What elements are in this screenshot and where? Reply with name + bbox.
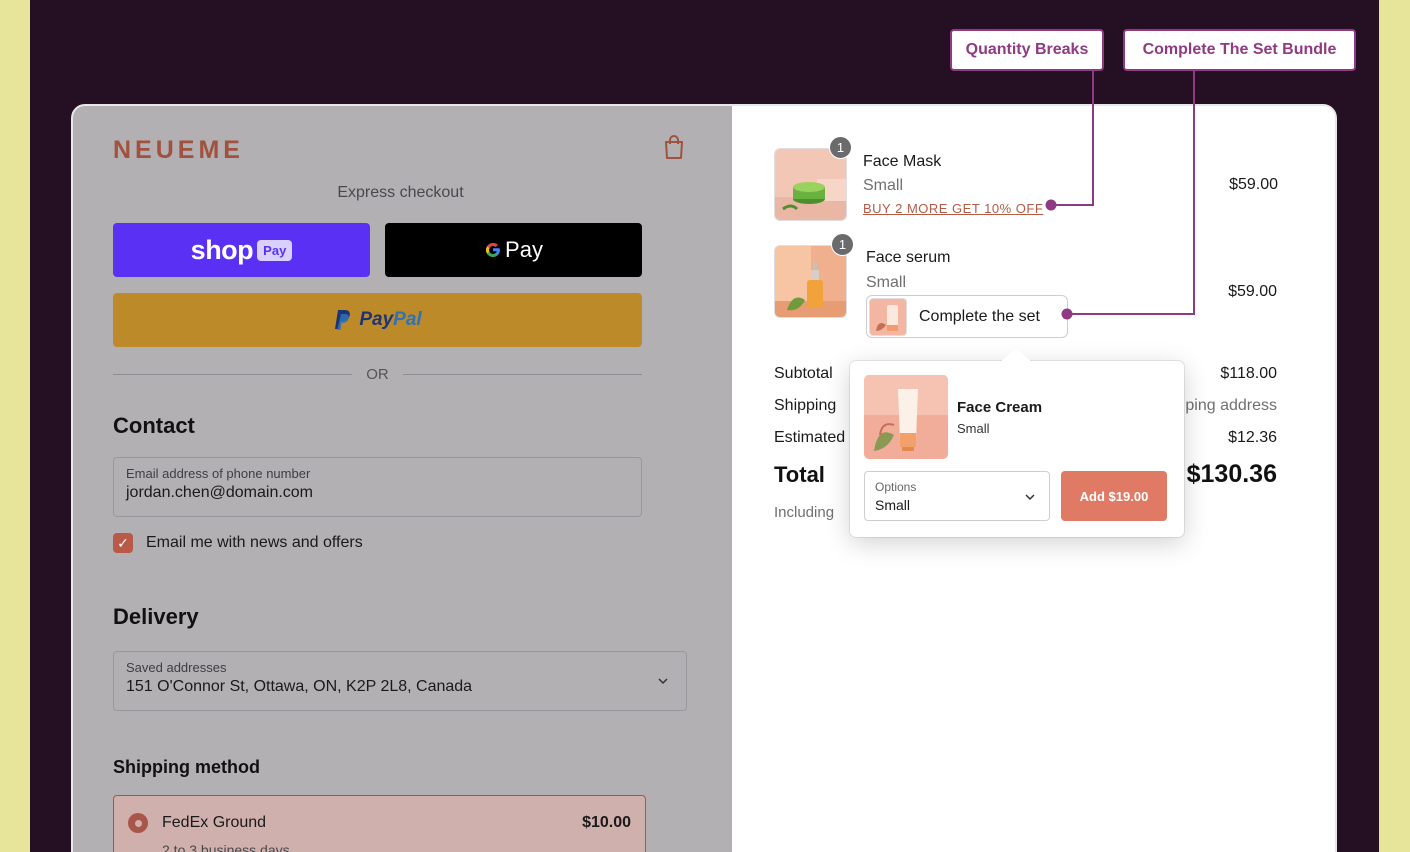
shipping-method-title: Shipping method	[113, 757, 260, 777]
quantity-break-promo-link[interactable]: BUY 2 MORE GET 10% OFF	[863, 201, 1043, 216]
options-value: Small	[875, 497, 911, 513]
email-field[interactable]: Email address of phone number jordan.che…	[113, 457, 642, 517]
shipping-radio[interactable]	[128, 813, 148, 833]
popover-product-variant: Small	[957, 421, 990, 436]
paypal-button[interactable]: PayPal	[113, 293, 642, 347]
subtotal-value: $118.00	[1220, 365, 1277, 382]
total-value: $130.36	[1186, 460, 1277, 488]
checkout-form-panel: NEUEME Express checkout shop Pay Pay Pay…	[73, 106, 732, 852]
item-name: Face serum	[866, 249, 951, 266]
shipping-option-price: $10.00	[582, 814, 631, 831]
email-value[interactable]: jordan.chen@domain.com	[126, 484, 629, 502]
options-select[interactable]: Options Small	[864, 471, 1050, 521]
shop-pay-pill: Pay	[257, 239, 293, 261]
chevron-down-icon	[1025, 494, 1035, 501]
face-mask-thumbnail	[774, 148, 847, 221]
item-name: Face Mask	[863, 153, 942, 170]
email-label: Email address of phone number	[126, 466, 311, 481]
complete-the-set-popover: Face Cream Small Options Small Add $19.0…	[850, 349, 1184, 537]
item-variant: Small	[866, 274, 907, 291]
shipping-option-sub: 2 to 3 business days	[162, 842, 290, 852]
popover-product-name: Face Cream	[957, 399, 1043, 416]
newsletter-label: Email me with news and offers	[146, 534, 363, 551]
shipping-option-fedex[interactable]: FedEx Ground $10.00 2 to 3 business days	[113, 795, 646, 852]
item-price: $59.00	[1229, 176, 1278, 193]
callout-quantity-breaks: Quantity Breaks	[950, 29, 1104, 71]
item-price: $59.00	[1228, 283, 1277, 300]
or-text: OR	[366, 366, 389, 383]
popover-arrow	[1000, 349, 1032, 362]
google-g-icon	[486, 242, 501, 257]
google-pay-button[interactable]: Pay	[385, 223, 642, 277]
google-pay-text: Pay	[505, 237, 543, 262]
total-label: Total	[774, 462, 825, 487]
stage: Quantity Breaks Complete The Set Bundle …	[30, 0, 1379, 852]
options-label: Options	[875, 480, 917, 494]
paypal-pal: Pal	[393, 309, 422, 330]
complete-the-set-label: Complete the set	[919, 307, 1040, 325]
bundle-thumbnail	[869, 297, 907, 336]
paypal-pay: Pay	[359, 309, 394, 330]
shipping-option-name: FedEx Ground	[162, 814, 267, 831]
express-checkout-title: Express checkout	[337, 184, 464, 201]
callout-complete-the-set-bundle: Complete The Set Bundle	[1123, 29, 1356, 71]
saved-address-value: 151 O'Connor St, Ottawa, ON, K2P 2L8, Ca…	[126, 678, 473, 695]
face-serum-thumbnail	[774, 245, 847, 318]
shop-pay-word: shop	[190, 234, 254, 265]
taxes-value: $12.36	[1228, 429, 1277, 446]
subtotal-label: Subtotal	[774, 365, 833, 382]
shipping-label: Shipping	[774, 397, 837, 414]
quantity-badge: 1	[831, 233, 854, 256]
shop-pay-button[interactable]: shop Pay	[113, 223, 370, 277]
complete-the-set-button[interactable]: Complete the set	[866, 295, 1068, 338]
item-variant: Small	[863, 177, 904, 194]
contact-title: Contact	[113, 413, 195, 438]
quantity-badge: 1	[829, 136, 852, 159]
saved-address-select[interactable]: Saved addresses 151 O'Connor St, Ottawa,…	[113, 651, 687, 711]
shopping-bag-icon[interactable]	[663, 134, 685, 160]
newsletter-checkbox[interactable]: ✓	[113, 533, 133, 553]
newsletter-row[interactable]: ✓ Email me with news and offers	[113, 533, 363, 553]
face-cream-thumbnail	[864, 375, 948, 459]
or-divider: OR	[113, 366, 642, 383]
saved-address-label: Saved addresses	[126, 660, 227, 675]
includes-note: Including	[774, 504, 835, 521]
paypal-wordmark: PayPal	[359, 309, 421, 331]
paypal-p-icon	[335, 310, 351, 330]
delivery-title: Delivery	[113, 604, 199, 629]
brand-logo: NEUEME	[113, 136, 244, 164]
add-to-order-button[interactable]: Add $19.00	[1061, 471, 1167, 521]
chevron-down-icon	[658, 678, 668, 685]
